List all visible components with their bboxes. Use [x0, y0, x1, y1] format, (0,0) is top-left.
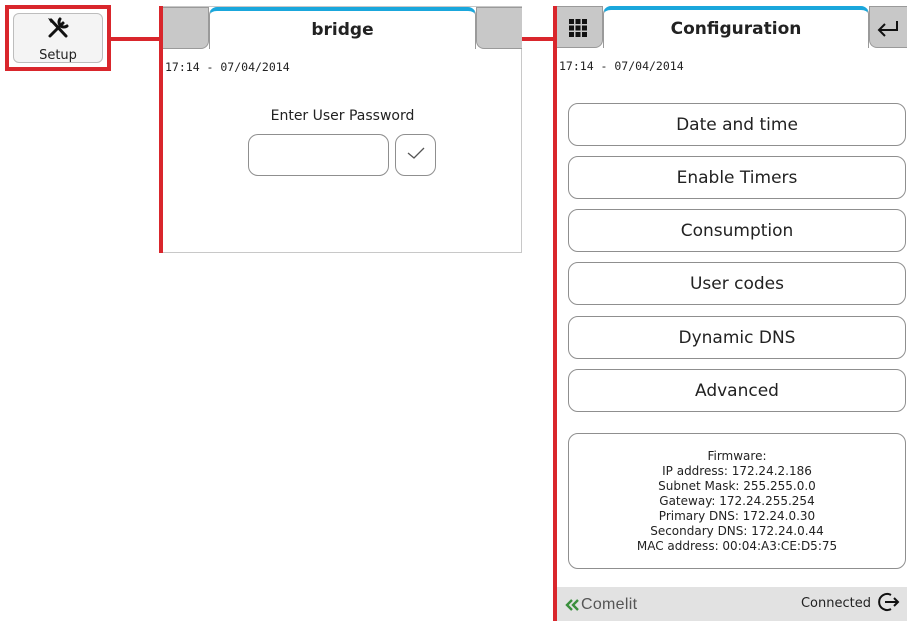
primary-dns-text: Primary DNS: 172.24.0.30 — [658, 508, 816, 523]
back-button[interactable] — [869, 12, 907, 48]
connection-status: Connected — [800, 596, 871, 611]
setup-label: Setup — [39, 47, 77, 63]
tab-right-blank — [476, 7, 522, 49]
menu-item-enable-timers[interactable]: Enable Timers — [568, 156, 906, 199]
setup-button[interactable]: Setup — [13, 13, 103, 63]
subnet-mask-text: Subnet Mask: 255.255.0.0 — [658, 478, 816, 493]
gateway-text: Gateway: 172.24.255.254 — [659, 493, 815, 508]
panel-title: bridge — [209, 7, 476, 49]
check-icon — [406, 145, 426, 165]
logout-button[interactable] — [875, 592, 903, 616]
return-icon — [876, 18, 900, 42]
tab-left-blank — [163, 7, 209, 49]
comelit-logo-mark-icon — [565, 599, 579, 611]
firmware-text: Firmware: — [707, 448, 767, 463]
grid-icon — [568, 18, 588, 42]
connector-line — [111, 37, 163, 41]
ip-address-text: IP address: 172.24.2.186 — [662, 463, 812, 478]
comelit-logo: Comelit — [565, 596, 637, 614]
menu-item-user-codes[interactable]: User codes — [568, 262, 906, 305]
tools-icon — [44, 14, 72, 46]
menu-grid-button[interactable] — [561, 12, 595, 48]
menu-item-dynamic-dns[interactable]: Dynamic DNS — [568, 316, 906, 359]
password-input[interactable] — [248, 134, 389, 176]
password-prompt: Enter User Password — [270, 108, 415, 124]
panel-title: Configuration — [603, 6, 869, 48]
menu-item-date-time[interactable]: Date and time — [568, 103, 906, 146]
brand-name: Comelit — [581, 596, 638, 613]
status-bar: Comelit Connected — [557, 587, 907, 621]
confirm-button[interactable] — [395, 134, 436, 176]
setup-button-highlight: Setup — [5, 5, 111, 71]
network-info-box: Firmware: IP address: 172.24.2.186 Subne… — [568, 433, 906, 569]
menu-item-consumption[interactable]: Consumption — [568, 209, 906, 252]
timestamp: 17:14 - 07/04/2014 — [559, 59, 684, 73]
configuration-panel: Configuration 17:14 - 07/04/2014 Date an… — [557, 6, 907, 621]
connector-line — [522, 37, 557, 41]
logout-icon — [878, 592, 900, 616]
mac-address-text: MAC address: 00:04:A3:CE:D5:75 — [636, 538, 838, 553]
menu-item-advanced[interactable]: Advanced — [568, 369, 906, 412]
login-panel: bridge 17:14 - 07/04/2014 Enter User Pas… — [163, 6, 522, 253]
secondary-dns-text: Secondary DNS: 172.24.0.44 — [650, 523, 824, 538]
timestamp: 17:14 - 07/04/2014 — [165, 60, 290, 74]
